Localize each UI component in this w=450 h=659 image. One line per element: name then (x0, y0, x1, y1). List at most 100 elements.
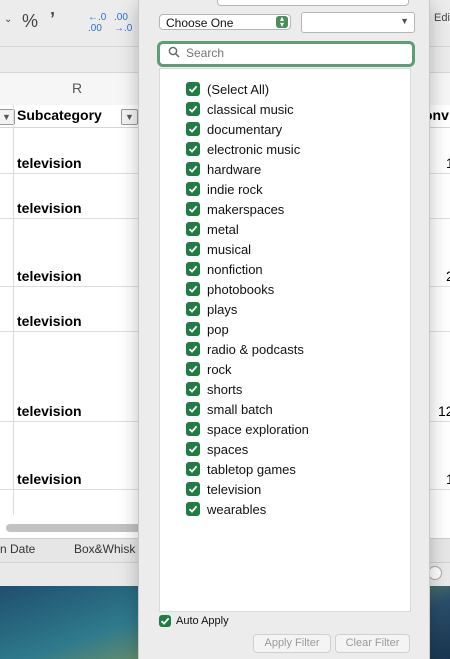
item-checkbox[interactable] (186, 342, 200, 356)
checkmark-icon (188, 285, 198, 293)
item-checkbox[interactable] (186, 242, 200, 256)
list-item[interactable]: rock (186, 360, 232, 378)
apply-filter-button[interactable]: Apply Filter (253, 634, 331, 653)
item-label: space exploration (207, 421, 309, 437)
item-checkbox[interactable] (186, 182, 200, 196)
list-item[interactable]: metal (186, 220, 239, 238)
item-label: documentary (207, 121, 283, 137)
item-label: hardware (207, 161, 262, 177)
item-checkbox[interactable] (186, 82, 200, 96)
item-checkbox[interactable] (186, 262, 200, 276)
list-item[interactable]: classical music (186, 100, 294, 118)
item-checkbox[interactable] (186, 462, 200, 476)
item-checkbox[interactable] (186, 282, 200, 296)
item-checkbox[interactable] (186, 122, 200, 136)
list-item[interactable]: spaces (186, 440, 248, 458)
item-label: electronic music (207, 141, 301, 157)
item-checkbox[interactable] (186, 442, 200, 456)
percent-style-button[interactable]: % (22, 11, 38, 32)
table-cell-subcategory[interactable]: television (17, 403, 82, 419)
condition-value-select[interactable]: ▼ (301, 12, 415, 33)
subcategory-header: Subcategory (17, 107, 102, 123)
table-cell-subcategory[interactable]: television (17, 471, 82, 487)
item-label: tabletop games (207, 461, 296, 477)
checkmark-icon (188, 365, 198, 373)
item-label: musical (207, 241, 252, 257)
list-item[interactable]: small batch (186, 400, 273, 418)
list-item[interactable]: musical (186, 240, 251, 258)
list-item[interactable]: shorts (186, 380, 242, 398)
column-header-r[interactable]: R (72, 80, 82, 96)
item-label: metal (207, 221, 239, 237)
filter-values-list: (Select All) classical music documentary el… (159, 68, 411, 612)
sheet-tab-date[interactable]: n Date (0, 542, 35, 556)
condition-select[interactable]: Choose One ▴ ▾ (159, 14, 291, 30)
table-cell-subcategory[interactable]: television (17, 313, 82, 329)
list-item[interactable]: makerspaces (186, 200, 284, 218)
item-checkbox[interactable] (186, 502, 200, 516)
item-label: shorts (207, 381, 243, 397)
table-cell-subcategory[interactable]: television (17, 200, 82, 216)
list-item[interactable]: documentary (186, 120, 282, 138)
table-cell-subcategory[interactable]: television (17, 268, 82, 284)
increase-decimal-button[interactable]: .00 →.0 (114, 12, 132, 34)
list-item[interactable]: hardware (186, 160, 261, 178)
checkmark-icon (188, 385, 198, 393)
item-checkbox[interactable] (186, 482, 200, 496)
item-label: spaces (207, 441, 249, 457)
clear-filter-button[interactable]: Clear Filter (335, 634, 410, 653)
search-input[interactable] (186, 45, 401, 61)
item-checkbox[interactable] (186, 162, 200, 176)
item-label: indie rock (207, 181, 263, 197)
edit-group-label[interactable]: Edi (434, 12, 450, 24)
list-item[interactable]: photobooks (186, 280, 274, 298)
list-item[interactable]: tabletop games (186, 460, 296, 478)
list-item[interactable]: wearables (186, 500, 266, 518)
table-cell-subcategory[interactable]: television (17, 155, 82, 171)
comma-style-button[interactable]: ’ (50, 9, 55, 30)
item-checkbox[interactable] (186, 402, 200, 416)
auto-apply-label: Auto Apply (176, 615, 229, 627)
zoom-slider-knob[interactable] (428, 566, 442, 580)
item-checkbox[interactable] (186, 202, 200, 216)
checkmark-icon (188, 165, 198, 173)
checkmark-icon (188, 105, 198, 113)
table-cell-right[interactable]: 1 (446, 155, 450, 171)
auto-apply-checkbox[interactable] (159, 615, 171, 627)
item-checkbox[interactable] (186, 102, 200, 116)
item-checkbox[interactable] (186, 382, 200, 396)
item-checkbox[interactable] (186, 362, 200, 376)
list-item[interactable]: plays (186, 300, 237, 318)
checkmark-icon (188, 85, 198, 93)
table-cell-right[interactable]: 12 (438, 403, 450, 419)
checkmark-icon (188, 325, 198, 333)
sheet-tab-boxwhisker[interactable]: Box&Whisk (74, 542, 135, 556)
list-item[interactable]: nonfiction (186, 260, 263, 278)
search-field-container (157, 41, 415, 67)
list-item[interactable]: pop (186, 320, 229, 338)
horizontal-scrollbar[interactable] (6, 524, 146, 532)
decrease-decimal-button[interactable]: ←.0.00 (88, 12, 106, 34)
list-item[interactable]: radio & podcasts (186, 340, 304, 358)
condition-select-value: Choose One (166, 16, 234, 30)
list-item[interactable]: television (186, 480, 261, 498)
item-label: classical music (207, 101, 294, 117)
checkmark-icon (160, 617, 170, 625)
item-checkbox[interactable] (186, 142, 200, 156)
item-checkbox[interactable] (186, 322, 200, 336)
item-checkbox[interactable] (186, 222, 200, 236)
auto-apply-toggle[interactable]: Auto Apply (159, 615, 229, 627)
list-item[interactable]: space exploration (186, 420, 309, 438)
item-checkbox[interactable] (186, 422, 200, 436)
item-checkbox[interactable] (186, 302, 200, 316)
subcategory-filter-button[interactable]: ▼ (121, 109, 138, 125)
item-label: rock (207, 361, 232, 377)
table-cell-right[interactable]: 1 (446, 471, 450, 487)
chevron-down-icon[interactable]: ⌄ (4, 14, 12, 25)
list-item[interactable]: electronic music (186, 140, 300, 158)
sort-control-partial[interactable] (217, 0, 409, 6)
table-cell-right[interactable]: 2 (446, 268, 450, 284)
list-item[interactable]: indie rock (186, 180, 263, 198)
item-label: pop (207, 321, 229, 337)
list-item[interactable]: (Select All) (186, 80, 269, 98)
